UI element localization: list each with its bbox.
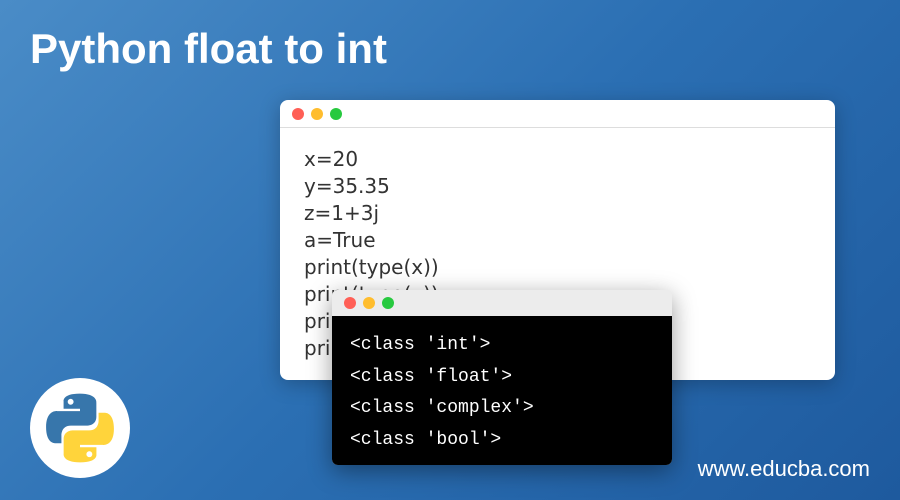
close-icon bbox=[292, 108, 304, 120]
minimize-icon bbox=[311, 108, 323, 120]
minimize-icon bbox=[363, 297, 375, 309]
terminal-output: <class 'int'> <class 'float'> <class 'co… bbox=[332, 316, 672, 465]
python-logo-icon bbox=[30, 378, 130, 478]
terminal-titlebar bbox=[332, 290, 672, 316]
code-line: a=True bbox=[304, 227, 811, 254]
maximize-icon bbox=[382, 297, 394, 309]
output-line: <class 'float'> bbox=[350, 362, 654, 394]
maximize-icon bbox=[330, 108, 342, 120]
output-line: <class 'bool'> bbox=[350, 425, 654, 457]
code-line: x=20 bbox=[304, 146, 811, 173]
page-title: Python float to int bbox=[30, 25, 387, 73]
website-url: www.educba.com bbox=[698, 456, 870, 482]
code-line: print(type(x)) bbox=[304, 254, 811, 281]
code-window-titlebar bbox=[280, 100, 835, 128]
code-line: y=35.35 bbox=[304, 173, 811, 200]
terminal-window: <class 'int'> <class 'float'> <class 'co… bbox=[332, 290, 672, 465]
python-icon-svg bbox=[45, 393, 115, 463]
output-line: <class 'int'> bbox=[350, 330, 654, 362]
code-line: z=1+3j bbox=[304, 200, 811, 227]
close-icon bbox=[344, 297, 356, 309]
output-line: <class 'complex'> bbox=[350, 393, 654, 425]
